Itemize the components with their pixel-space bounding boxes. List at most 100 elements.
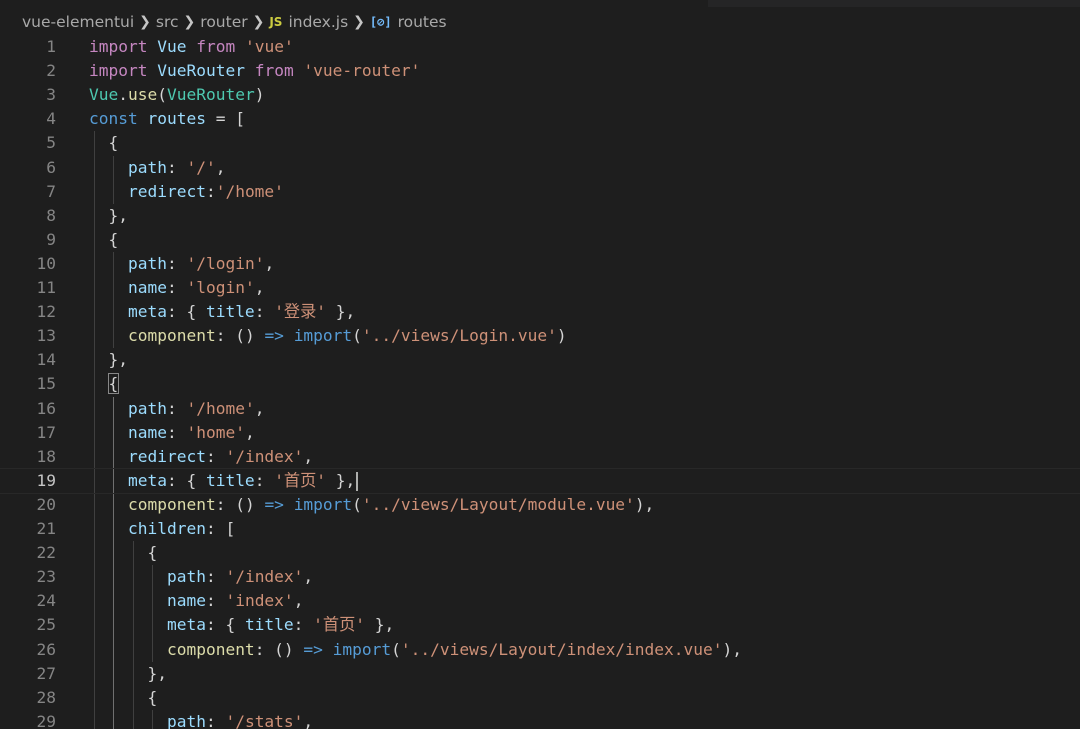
code-token: : bbox=[293, 615, 314, 635]
code-line[interactable]: 27 }, bbox=[0, 662, 1080, 686]
breadcrumb-item-symbol[interactable]: routes bbox=[398, 13, 447, 31]
tab-bar-strip bbox=[0, 0, 1080, 7]
code-token: Vue bbox=[157, 37, 187, 56]
code-token: 'home' bbox=[186, 422, 245, 442]
code-text: }, bbox=[89, 348, 128, 372]
code-line[interactable]: 15 { bbox=[0, 372, 1080, 396]
code-token: Vue bbox=[89, 85, 119, 105]
code-line[interactable]: 22 { bbox=[0, 541, 1080, 565]
code-token: children bbox=[127, 519, 206, 538]
code-token: title bbox=[205, 302, 255, 322]
code-line[interactable]: 16 path: '/home', bbox=[0, 397, 1080, 421]
code-line[interactable]: 5 { bbox=[0, 131, 1080, 155]
code-line[interactable]: 25 meta: { title: '首页' }, bbox=[0, 613, 1080, 637]
code-text: }, bbox=[89, 204, 128, 228]
code-token: : bbox=[205, 591, 226, 611]
code-token: '登录' bbox=[274, 302, 327, 322]
code-text: meta: { title: '首页' }, bbox=[89, 613, 394, 637]
code-line[interactable]: 28 { bbox=[0, 686, 1080, 710]
line-number: 3 bbox=[46, 85, 56, 105]
line-number: 21 bbox=[36, 519, 57, 538]
code-token: . bbox=[118, 85, 128, 105]
code-token: routes bbox=[147, 109, 206, 129]
line-number: 4 bbox=[46, 109, 56, 129]
code-line[interactable]: 20 component: () => import('../views/Lay… bbox=[0, 493, 1080, 517]
code-line[interactable]: 21 children: [ bbox=[0, 517, 1080, 541]
line-number: 18 bbox=[36, 446, 57, 466]
code-line[interactable]: 24 name: 'index', bbox=[0, 589, 1080, 613]
code-line[interactable]: 11 name: 'login', bbox=[0, 276, 1080, 300]
code-token: : bbox=[254, 470, 275, 490]
chevron-right-icon: ❯ bbox=[353, 14, 365, 30]
code-token: '/stats' bbox=[225, 711, 304, 729]
breadcrumb-item-project[interactable]: vue-elementui bbox=[22, 13, 134, 31]
line-number: 6 bbox=[46, 157, 56, 177]
code-line[interactable]: 3 Vue.use(VueRouter) bbox=[0, 83, 1080, 107]
code-token: }, bbox=[89, 350, 128, 370]
code-line[interactable]: 26 component: () => import('../views/Lay… bbox=[0, 638, 1080, 662]
line-number: 11 bbox=[36, 278, 57, 297]
code-token: 'login' bbox=[186, 278, 255, 297]
code-token: { bbox=[89, 133, 119, 153]
code-line[interactable]: 8 }, bbox=[0, 204, 1080, 228]
code-line[interactable]: 9 { bbox=[0, 228, 1080, 252]
breadcrumb-item-file[interactable]: index.js bbox=[288, 13, 348, 31]
code-line[interactable]: 4 const routes = [ bbox=[0, 107, 1080, 131]
active-tab-edge bbox=[0, 0, 708, 7]
code-line[interactable]: 18 redirect: '/index', bbox=[0, 445, 1080, 469]
line-number: 23 bbox=[36, 567, 57, 587]
line-number: 12 bbox=[36, 302, 57, 322]
code-line[interactable]: 7 redirect:'/home' bbox=[0, 180, 1080, 204]
code-line[interactable]: 1 import Vue from 'vue' bbox=[0, 35, 1080, 59]
code-token: '首页' bbox=[274, 470, 327, 490]
code-token: }, bbox=[89, 663, 167, 683]
code-text: import Vue from 'vue' bbox=[89, 35, 294, 59]
code-token: : () bbox=[254, 639, 304, 659]
code-line[interactable]: 12 meta: { title: '登录' }, bbox=[0, 300, 1080, 324]
code-token: , bbox=[303, 567, 314, 587]
line-number: 17 bbox=[36, 422, 57, 442]
code-text: Vue.use(VueRouter) bbox=[89, 83, 264, 107]
breadcrumb-item-src[interactable]: src bbox=[156, 13, 179, 31]
code-text: component: () => import('../views/Login.… bbox=[89, 324, 567, 348]
code-token: name bbox=[166, 591, 206, 611]
code-text: meta: { title: '登录' }, bbox=[89, 300, 355, 324]
code-line[interactable]: 13 component: () => import('../views/Log… bbox=[0, 324, 1080, 348]
code-token: }, bbox=[326, 302, 356, 322]
code-token: : [ bbox=[205, 519, 236, 538]
breadcrumb-item-router[interactable]: router bbox=[200, 13, 247, 31]
code-token: '/home' bbox=[186, 398, 255, 418]
code-line[interactable]: 17 name: 'home', bbox=[0, 421, 1080, 445]
code-text: { bbox=[89, 228, 118, 252]
code-line[interactable]: 10 path: '/login', bbox=[0, 252, 1080, 276]
code-line[interactable]: 23 path: '/index', bbox=[0, 565, 1080, 589]
code-line[interactable]: 2 import VueRouter from 'vue-router' bbox=[0, 59, 1080, 83]
chevron-right-icon: ❯ bbox=[252, 14, 265, 30]
code-token: }, bbox=[326, 470, 356, 490]
line-number: 25 bbox=[36, 615, 57, 635]
code-line[interactable]: 19 meta: { title: '首页' }, bbox=[0, 467, 1080, 494]
line-number: 5 bbox=[46, 133, 56, 153]
code-token: '/' bbox=[186, 157, 216, 177]
code-text: meta: { title: '首页' }, bbox=[89, 469, 359, 493]
code-editor[interactable]: 1 import Vue from 'vue' 2 import VueRouter … bbox=[0, 35, 1080, 729]
code-line[interactable]: 29 path: '/stats', bbox=[0, 710, 1080, 729]
code-token: : bbox=[205, 181, 216, 201]
code-token: meta bbox=[127, 302, 167, 322]
code-line[interactable]: 14 }, bbox=[0, 348, 1080, 372]
code-token: '首页' bbox=[313, 615, 366, 635]
code-token: meta bbox=[166, 615, 206, 635]
code-line[interactable]: 6 path: '/', bbox=[0, 156, 1080, 180]
code-text: const routes = [ bbox=[89, 107, 245, 131]
variable-symbol-icon: [⊘] bbox=[369, 15, 392, 29]
